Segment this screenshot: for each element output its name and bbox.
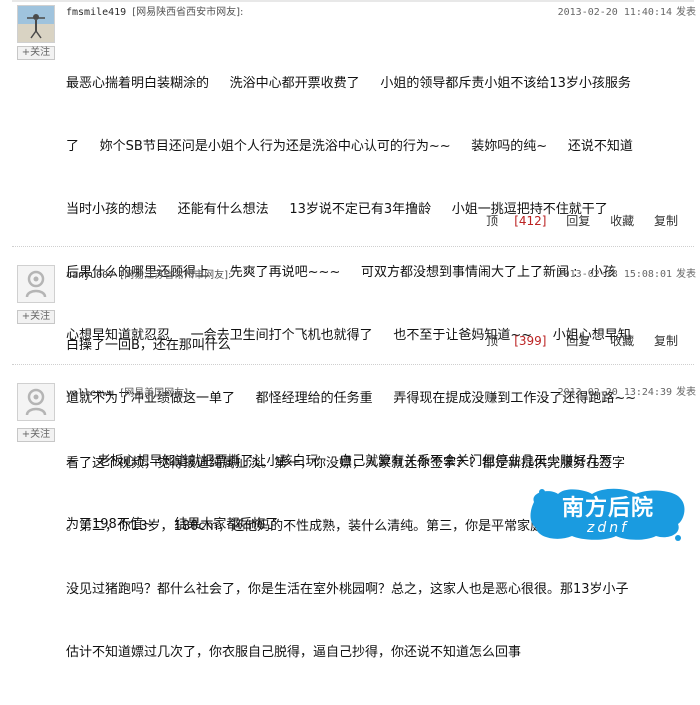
post-reply-link[interactable]: 发表 bbox=[676, 387, 696, 398]
avatar-default[interactable] bbox=[17, 383, 55, 421]
username[interactable]: tanyu007 bbox=[66, 270, 114, 281]
default-avatar-icon bbox=[25, 270, 47, 298]
comment-line: 看了这个视频，觉得报道纯属扯淡。第一，你没嫖，人家就让你签字？？都是新提供完服务… bbox=[66, 456, 626, 471]
follow-button[interactable]: +关注 bbox=[17, 310, 55, 324]
follow-button[interactable]: +关注 bbox=[17, 428, 55, 442]
post-time: 2013-02-20 13:24:39 发表 bbox=[558, 383, 696, 398]
reply-button[interactable]: 回复 bbox=[566, 334, 590, 348]
copy-button[interactable]: 复制 bbox=[654, 214, 678, 228]
user-location: [网易江苏省常州市网友]: bbox=[120, 270, 232, 281]
upvote-button[interactable]: 顶 [412] bbox=[470, 214, 546, 228]
default-avatar-icon bbox=[25, 388, 47, 416]
save-button[interactable]: 收藏 bbox=[610, 214, 634, 228]
user-location: [网易美国网友]: bbox=[120, 388, 192, 399]
comment-header: vallenwu [网易美国网友]: bbox=[66, 384, 191, 399]
copy-button[interactable]: 复制 bbox=[654, 334, 678, 348]
comment-body: 看了这个视频，觉得报道纯属扯淡。第一，你没嫖，人家就让你签字？？都是新提供完服务… bbox=[66, 411, 686, 705]
avatar-default[interactable] bbox=[17, 265, 55, 303]
comment-header: fmsmile419 [网易陕西省西安市网友]: bbox=[66, 3, 243, 18]
timestamp: 2013-02-20 11:40:14 bbox=[557, 7, 672, 18]
comment-line: 了 妳个SB节目还问是小姐个人行为还是洗浴中心认可的行为~~ 装妳吗的纯~ 还说… bbox=[66, 139, 633, 154]
divider bbox=[12, 246, 694, 247]
username[interactable]: fmsmile419 bbox=[66, 7, 126, 18]
timestamp: 2013-02-18 15:08:01 bbox=[557, 269, 672, 280]
watermark-main-text: 南方后院 bbox=[561, 496, 654, 521]
site-watermark-logo: 南方后院 zdnf bbox=[528, 484, 688, 544]
comment-line: 没见过猪跑吗？都什么社会了，你是生活在室外桃园啊？总之，这家人也是恶心很很。那1… bbox=[66, 582, 629, 597]
post-time: 2013-02-20 11:40:14 发表 bbox=[558, 3, 696, 18]
post-reply-link[interactable]: 发表 bbox=[676, 269, 696, 280]
post-time: 2013-02-18 15:08:01 发表 bbox=[558, 265, 696, 280]
upvote-count: [399] bbox=[514, 334, 547, 348]
top-divider bbox=[12, 0, 694, 2]
divider bbox=[12, 364, 694, 365]
comment-actions: 顶 [412] 回复 收藏 复制 bbox=[454, 212, 678, 229]
upvote-count: [412] bbox=[514, 214, 547, 228]
avatar-photo[interactable] bbox=[17, 5, 55, 43]
reply-button[interactable]: 回复 bbox=[566, 214, 590, 228]
follow-button[interactable]: +关注 bbox=[17, 46, 55, 60]
comment-actions: 顶 [399] 回复 收藏 复制 bbox=[454, 332, 678, 349]
comment-line: 估计不知道嫖过几次了，你衣服自己脱得，逼自己抄得，你还说不知道怎么回事 bbox=[66, 645, 522, 660]
watermark-sub-text: zdnf bbox=[586, 520, 630, 536]
comment-line: 最恶心揣着明白装糊涂的 洗浴中心都开票收费了 小姐的领导都斥责小姐不该给13岁小… bbox=[66, 76, 631, 91]
user-location: [网易陕西省西安市网友]: bbox=[132, 7, 244, 18]
comment-header: tanyu007 [网易江苏省常州市网友]: bbox=[66, 266, 231, 281]
upvote-button[interactable]: 顶 [399] bbox=[470, 334, 546, 348]
username[interactable]: vallenwu bbox=[66, 388, 114, 399]
post-reply-link[interactable]: 发表 bbox=[676, 7, 696, 18]
beach-photo-icon bbox=[18, 6, 54, 42]
save-button[interactable]: 收藏 bbox=[610, 334, 634, 348]
timestamp: 2013-02-20 13:24:39 bbox=[557, 387, 672, 398]
